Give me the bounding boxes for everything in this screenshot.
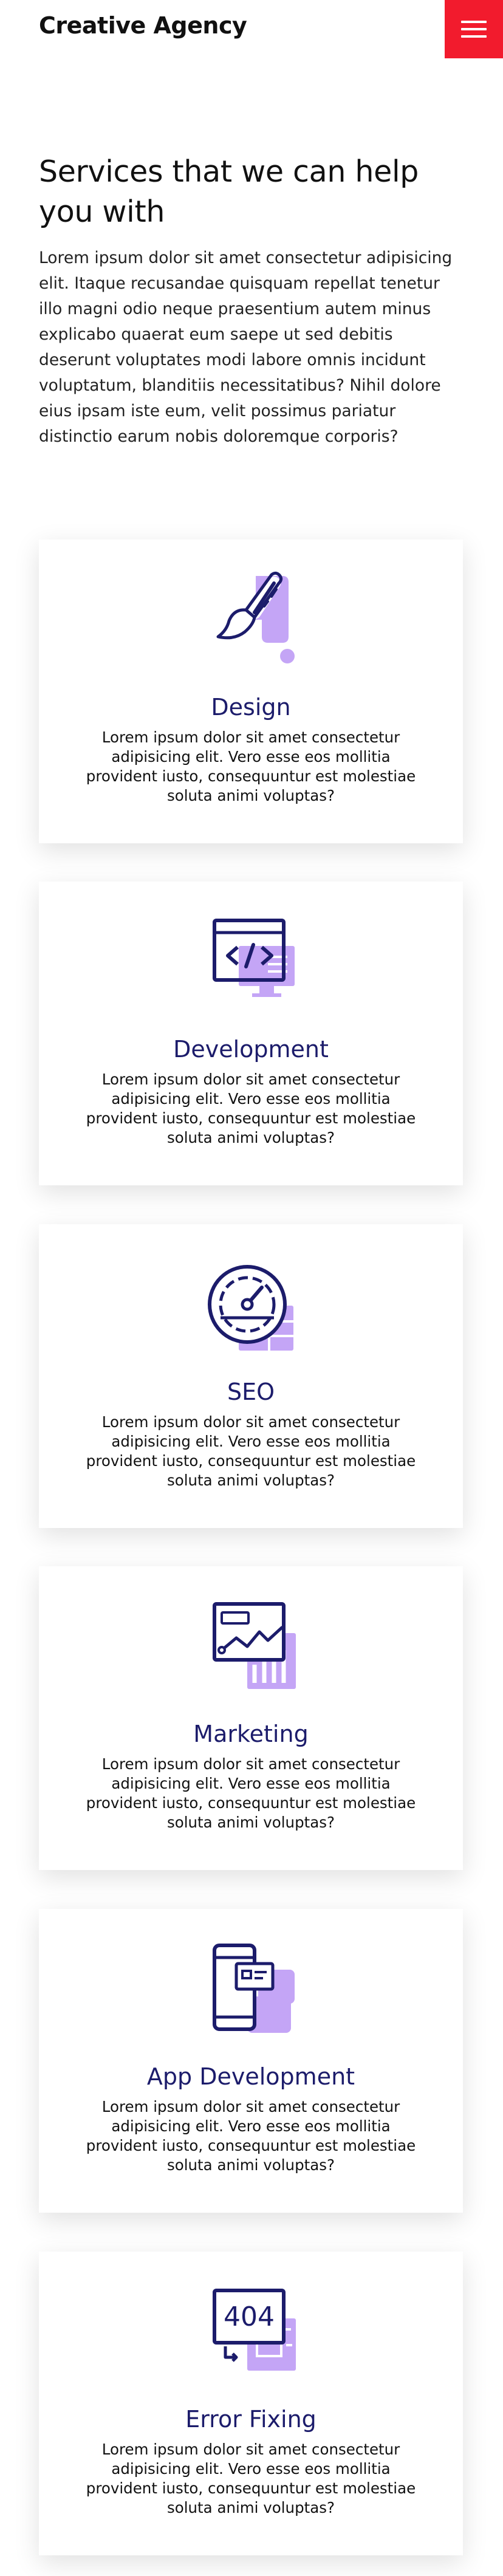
paint-brush-icon <box>216 571 295 663</box>
brand-logo-text[interactable]: Creative Agency <box>39 12 247 39</box>
service-title: Marketing <box>193 1721 309 1747</box>
service-title: Development <box>173 1036 329 1063</box>
service-card-app-development: App Development Lorem ipsum dolor sit am… <box>39 1909 463 2213</box>
service-title: App Development <box>146 2063 355 2090</box>
service-card-error-fixing: 404 Error Fixing Lorem ipsum dolor sit a… <box>39 2252 463 2555</box>
hamburger-menu-icon <box>461 21 487 23</box>
services-heading: Services that we can help you with <box>39 154 419 229</box>
service-title: Design <box>211 694 291 721</box>
code-window-icon <box>213 919 295 997</box>
service-description: Lorem ipsum dolor sit amet consectetur a… <box>86 728 416 804</box>
service-card-development: Development Lorem ipsum dolor sit amet c… <box>39 882 463 1185</box>
error-404-icon: 404 <box>213 2289 296 2371</box>
mobile-app-icon <box>213 1944 295 2033</box>
service-description: Lorem ipsum dolor sit amet consectetur a… <box>86 1413 416 1489</box>
service-title: SEO <box>227 1379 275 1405</box>
hamburger-menu-button[interactable] <box>445 0 503 58</box>
services-intro-text: Lorem ipsum dolor sit amet consectetur a… <box>39 248 453 446</box>
error-code-text: 404 <box>224 2301 275 2332</box>
service-card-seo: SEO Lorem ipsum dolor sit amet consectet… <box>39 1224 463 1528</box>
site-header: Creative Agency <box>0 0 503 58</box>
service-description: Lorem ipsum dolor sit amet consectetur a… <box>86 2441 416 2516</box>
speedometer-icon <box>208 1265 293 1351</box>
service-card-marketing: Marketing Lorem ipsum dolor sit amet con… <box>39 1566 463 1870</box>
service-description: Lorem ipsum dolor sit amet consectetur a… <box>86 1070 416 1146</box>
service-title: Error Fixing <box>185 2406 317 2433</box>
service-description: Lorem ipsum dolor sit amet consectetur a… <box>86 1755 416 1831</box>
service-card-design: Design Lorem ipsum dolor sit amet consec… <box>39 540 463 843</box>
service-description: Lorem ipsum dolor sit amet consectetur a… <box>86 2098 416 2174</box>
analytics-chart-icon <box>213 1602 296 1689</box>
services-intro: Services that we can help you with Lorem… <box>39 152 464 450</box>
